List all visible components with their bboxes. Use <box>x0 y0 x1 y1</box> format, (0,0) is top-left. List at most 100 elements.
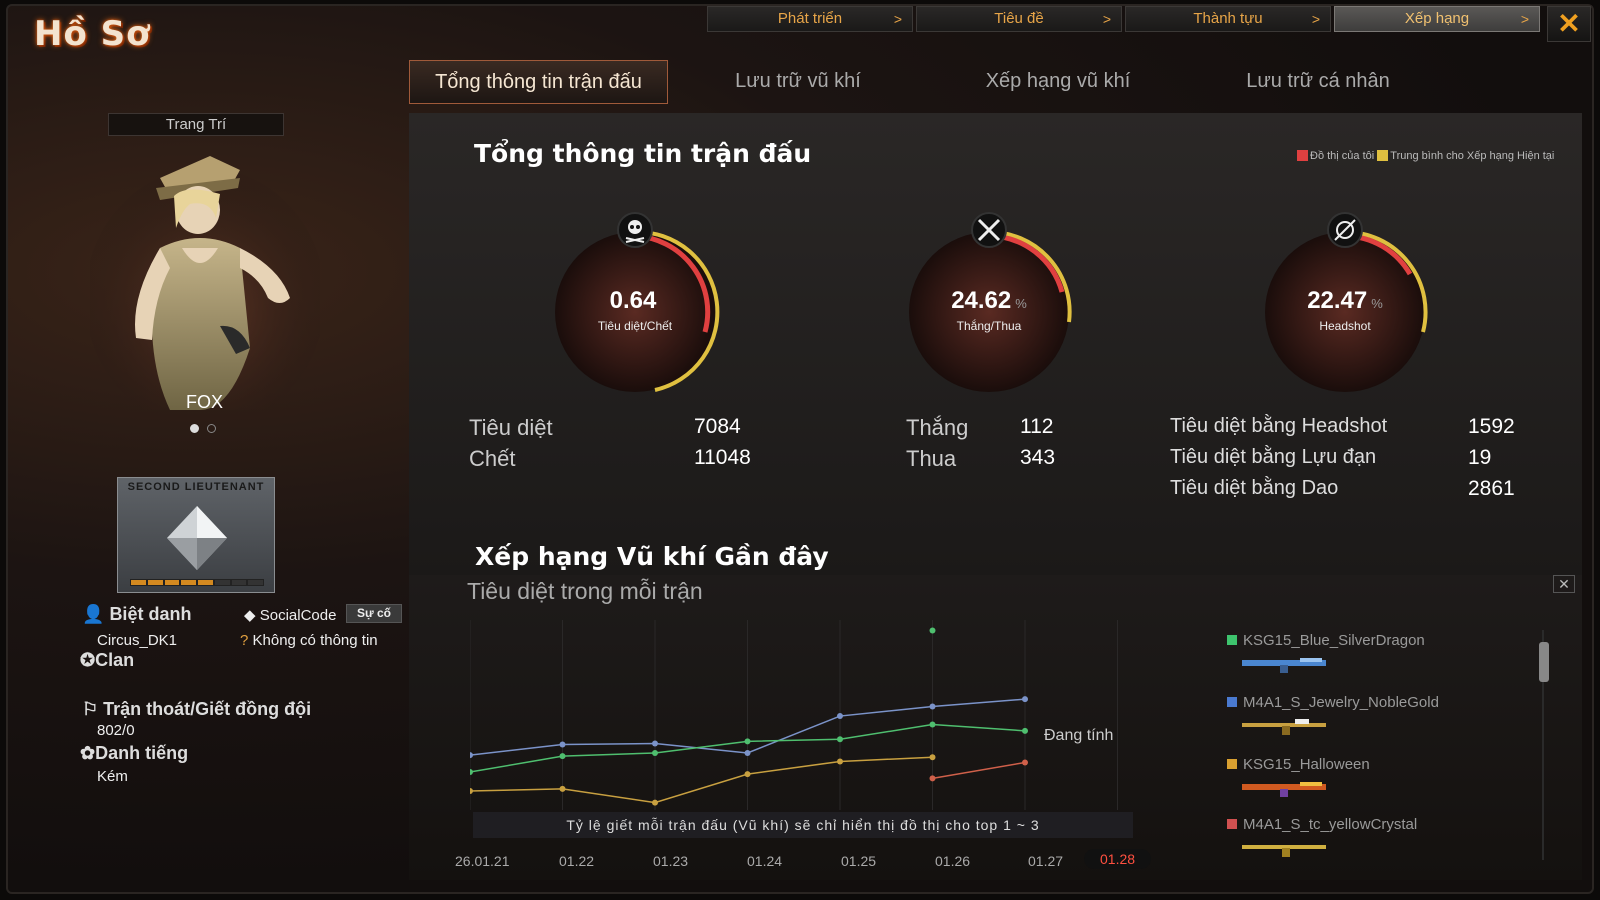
nav-achievements[interactable]: Thành tựu > <box>1125 6 1331 32</box>
x-tick-label: 01.22 <box>559 853 595 869</box>
diamond-icon <box>167 506 227 570</box>
desert-label-text: Trận thoát/Giết đồng đội <box>103 699 312 719</box>
x-tick-label: 01.23 <box>653 853 689 869</box>
carousel-dot[interactable] <box>207 424 216 433</box>
weapon-item[interactable]: M4A1_S_tc_yellowCrystal <box>1227 816 1417 833</box>
nav-development[interactable]: Phát triển > <box>707 6 913 32</box>
data-point <box>470 769 473 775</box>
data-point <box>837 713 843 720</box>
nav-ranking[interactable]: Xếp hạng > <box>1334 6 1540 32</box>
gauge-headshot: 22.47% Headshot <box>1255 212 1435 402</box>
headshot-value-number: 22.47 <box>1307 287 1368 314</box>
chevron-right-icon: > <box>1311 11 1320 27</box>
data-point <box>929 703 936 710</box>
weapon-item[interactable]: M4A1_S_Jewelry_NobleGold <box>1227 694 1439 711</box>
data-point <box>744 771 751 778</box>
rank-progress-segment <box>164 580 180 585</box>
headshot-value: 22.47% <box>1255 287 1435 315</box>
weapon-name: M4A1_S_Jewelry_NobleGold <box>1243 694 1439 711</box>
kills-value: 7084 <box>694 415 741 438</box>
rifle-icon <box>1242 845 1326 857</box>
nav-titles-label: Tiêu đề <box>994 10 1044 27</box>
runner-icon: ⚐ <box>82 699 99 719</box>
series-line <box>932 761 1026 780</box>
clan-icon: ✪ <box>80 650 96 670</box>
kd-value-number: 0.64 <box>609 287 657 314</box>
report-button[interactable]: Sự cố <box>346 604 402 623</box>
grenade-kills-value: 19 <box>1468 446 1492 469</box>
weapon-chart-subtitle: Tiêu diệt trong mỗi trận <box>467 578 703 604</box>
socialcode-value-text: Không có thông tin <box>252 632 378 649</box>
data-point <box>559 785 566 792</box>
winrate-value: 24.62% <box>899 287 1079 315</box>
weapon-item[interactable]: KSG15_Blue_SilverDragon <box>1227 632 1425 649</box>
badge-icon: ✿ <box>80 743 96 763</box>
chevron-right-icon: > <box>893 11 902 27</box>
character-name: FOX <box>186 392 224 412</box>
decoration-button[interactable]: Trang Trí <box>108 113 284 136</box>
carousel-dot[interactable] <box>190 424 199 433</box>
data-point <box>1022 696 1028 703</box>
nav-ranking-label: Xếp hạng <box>1404 10 1470 27</box>
data-point <box>652 799 658 806</box>
data-point <box>837 758 843 765</box>
window-title: Hồ Sơ <box>34 14 151 54</box>
tab-weapon-ranking[interactable]: Xếp hạng vũ khí <box>928 60 1188 104</box>
nav-titles[interactable]: Tiêu đề > <box>916 6 1122 32</box>
rank-emblem: SECOND LIEUTENANT <box>117 477 275 593</box>
tab-personal-archive[interactable]: Lưu trữ cá nhân <box>1188 60 1448 104</box>
clan-label: ✪Clan <box>80 650 134 671</box>
legend-mine-swatch <box>1297 150 1308 161</box>
knife-kills-value: 2861 <box>1468 477 1515 500</box>
carousel-dots <box>190 424 216 433</box>
x-tick-label: 01.26 <box>935 853 971 869</box>
weapon-swatch <box>1227 759 1237 769</box>
tab-bar: Tổng thông tin trận đấu Lưu trữ vũ khí X… <box>409 60 1448 104</box>
nickname-label-text: Biệt danh <box>109 604 192 624</box>
gauge-kd: 0.64 Tiêu diệt/Chết <box>545 212 725 402</box>
losses-value: 343 <box>1020 446 1056 469</box>
weapon-name: M4A1_S_tc_yellowCrystal <box>1243 816 1418 833</box>
legend-avg: Trung bình cho Xếp hạng Hiện tại <box>1390 150 1555 162</box>
winrate-suffix: % <box>1015 296 1027 311</box>
desert-value: 802/0 <box>97 722 135 739</box>
x-tick-label[interactable]: 01.28 <box>1084 849 1152 869</box>
close-button[interactable]: ✕ <box>1547 6 1591 42</box>
deaths-value: 11048 <box>694 446 751 469</box>
winrate-value-number: 24.62 <box>951 287 1012 314</box>
skull-icon <box>617 212 653 248</box>
legend-avg-swatch <box>1377 150 1389 161</box>
data-point <box>929 721 936 728</box>
data-point <box>929 627 936 634</box>
reputation-label: ✿Danh tiếng <box>80 743 188 764</box>
x-tick-label: 01.27 <box>1028 853 1064 869</box>
wins-label: Thắng <box>906 415 969 440</box>
rifle-icon <box>1242 719 1326 735</box>
scroll-thumb[interactable] <box>1539 642 1549 682</box>
data-point <box>470 788 473 794</box>
user-icon: 👤 <box>82 604 105 624</box>
tab-weapon-archive[interactable]: Lưu trữ vũ khí <box>668 60 928 104</box>
tab-match-summary[interactable]: Tổng thông tin trận đấu <box>409 60 668 104</box>
rank-progress-segment <box>248 580 263 585</box>
chart-close-button[interactable]: ✕ <box>1553 575 1575 593</box>
reputation-label-text: Danh tiếng <box>95 743 189 763</box>
x-tick-label: 01.24 <box>747 853 783 869</box>
calculating-label: Đang tính <box>1044 727 1114 744</box>
weapon-item[interactable]: KSG15_Halloween <box>1227 756 1370 773</box>
data-point <box>652 750 658 756</box>
winrate-label: Thắng/Thua <box>956 319 1022 333</box>
shotgun-icon <box>1242 782 1326 797</box>
legend-mine: Đồ thị của tôi <box>1310 150 1375 162</box>
headshot-kills-label: Tiêu diệt bằng Headshot <box>1170 415 1388 437</box>
close-icon: ✕ <box>1557 8 1581 39</box>
question-icon: ? <box>240 632 249 649</box>
data-point <box>1022 727 1028 734</box>
shotgun-icon <box>1242 658 1326 673</box>
data-point <box>1022 759 1028 766</box>
rank-progress-segment <box>131 580 146 585</box>
data-point <box>744 750 751 756</box>
reputation-value: Kém <box>97 768 128 785</box>
knife-kills-label: Tiêu diệt bằng Dao <box>1170 477 1339 499</box>
rank-progress-segment <box>181 580 196 585</box>
